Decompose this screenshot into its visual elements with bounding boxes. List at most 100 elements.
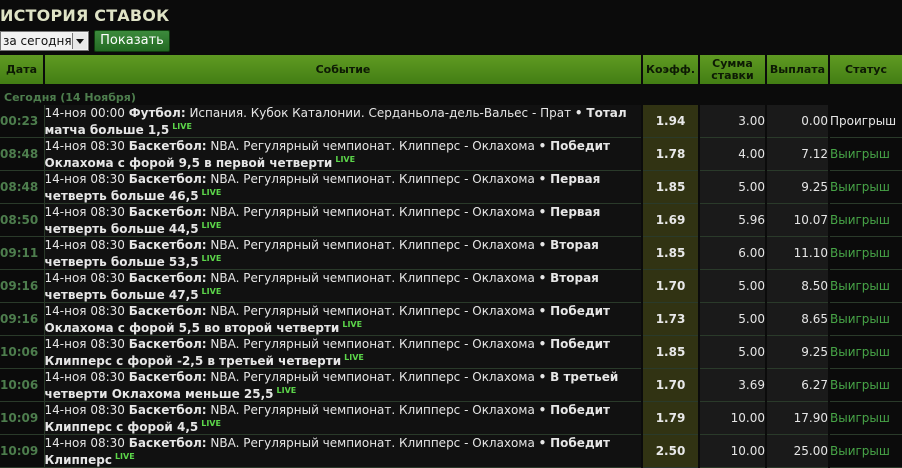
bet-time: 08:48 [0,137,44,171]
bet-date: 14-ноя 08:30 [44,336,125,351]
bet-event: 14-ноя 08:30 Баскетбол: NBA. Регулярный … [43,368,643,402]
bet-sport: Баскетбол: [128,237,207,252]
bet-time: 10:09 [0,434,44,468]
bet-event-name: NBA. Регулярный чемпионат. Клипперс - Ок… [210,171,535,186]
bet-event-name: NBA. Регулярный чемпионат. Клипперс - Ок… [210,435,535,450]
bet-event-name: NBA. Регулярный чемпионат. Клипперс - Ок… [210,303,535,318]
bet-time: 10:09 [0,401,44,435]
bet-row: 09:16 14-ноя 08:30 Баскетбол: NBA. Регуля… [0,269,902,303]
bet-row: 10:06 14-ноя 08:30 Баскетбол: NBA. Регуля… [0,335,902,369]
bet-event-name: Испания. Кубок Каталонии. Серданьола-дел… [189,105,572,120]
bet-stake: 6.00 [699,236,767,270]
bet-stake: 5.00 [699,302,767,336]
bet-time: 09:16 [0,269,44,303]
bet-row: 10:09 14-ноя 08:30 Баскетбол: NBA. Регуля… [0,401,902,435]
bet-history-table: Дата Событие Коэфф. Сумма ставки Выплата… [0,55,902,468]
bet-event-name: NBA. Регулярный чемпионат. Клипперс - Ок… [210,237,535,252]
live-badge: LIVE [201,286,222,296]
bet-payout: 6.27 [766,368,830,402]
col-coef: Коэфф. [642,55,700,84]
bet-event-name: NBA. Регулярный чемпионат. Клипперс - Ок… [210,402,535,417]
bet-sport: Баскетбол: [128,204,207,219]
show-button[interactable]: Показать [94,30,170,52]
bet-date: 14-ноя 08:30 [44,171,125,186]
bet-event-name: NBA. Регулярный чемпионат. Клипперс - Ок… [210,369,535,384]
bet-row: 09:11 14-ноя 08:30 Баскетбол: NBA. Регуля… [0,236,902,270]
bet-status: Выигрыш [829,401,902,435]
bet-time: 09:16 [0,302,44,336]
bet-sport: Баскетбол: [128,435,207,450]
bet-coef: 1.70 [642,269,700,303]
bet-event: 14-ноя 08:30 Баскетбол: NBA. Регулярный … [43,302,643,336]
bet-payout: 11.10 [766,236,830,270]
bet-sport: Баскетбол: [128,138,207,153]
col-payout: Выплата [766,55,830,84]
bet-status: Выигрыш [829,170,902,204]
bet-payout: 7.12 [766,137,830,171]
bet-event: 14-ноя 00:00 Футбол: Испания. Кубок Ката… [43,105,643,138]
live-badge: LIVE [342,319,363,329]
col-date: Дата [0,55,45,84]
bet-event: 14-ноя 08:30 Баскетбол: NBA. Регулярный … [43,401,643,435]
bet-row: 08:48 14-ноя 08:30 Баскетбол: NBA. Регуля… [0,137,902,171]
bet-stake: 10.00 [699,401,767,435]
bet-payout: 9.25 [766,335,830,369]
bet-status: Выигрыш [829,236,902,270]
bet-event-name: NBA. Регулярный чемпионат. Клипперс - Ок… [210,138,535,153]
bet-row: 08:50 14-ноя 08:30 Баскетбол: NBA. Регуля… [0,203,902,237]
bet-payout: 25.00 [766,434,830,468]
bet-payout: 8.65 [766,302,830,336]
bet-time: 09:11 [0,236,44,270]
bet-stake: 5.00 [699,170,767,204]
bet-row: 09:16 14-ноя 08:30 Баскетбол: NBA. Регуля… [0,302,902,336]
bet-coef: 1.85 [642,335,700,369]
bet-time: 10:06 [0,368,44,402]
live-badge: LIVE [201,187,222,197]
bet-stake: 5.00 [699,269,767,303]
col-event: Событие [44,55,643,84]
bet-time: 00:23 [0,105,44,138]
bet-payout: 17.90 [766,401,830,435]
bet-event: 14-ноя 08:30 Баскетбол: NBA. Регулярный … [43,170,643,204]
bet-event: 14-ноя 08:30 Баскетбол: NBA. Регулярный … [43,269,643,303]
bet-event: 14-ноя 08:30 Баскетбол: NBA. Регулярный … [43,335,643,369]
bet-event: 14-ноя 08:30 Баскетбол: NBA. Регулярный … [43,434,643,468]
bet-stake: 10.00 [699,434,767,468]
live-badge: LIVE [172,121,192,131]
bet-sport: Баскетбол: [128,402,207,417]
bet-status: Выигрыш [829,302,902,336]
bet-date: 14-ноя 08:30 [44,402,125,417]
bet-date: 14-ноя 08:30 [44,138,125,153]
bet-coef: 1.85 [642,236,700,270]
bet-time: 08:48 [0,170,44,204]
period-select[interactable]: за сегодня [0,31,89,51]
bet-event-name: NBA. Регулярный чемпионат. Клипперс - Ок… [210,336,535,351]
bet-sport: Футбол: [128,105,186,120]
bet-status: Выигрыш [829,335,902,369]
bet-status: Проигрыш [829,105,902,138]
live-badge: LIVE [201,418,221,428]
bet-row: 10:06 14-ноя 08:30 Баскетбол: NBA. Регуля… [0,368,902,402]
bet-coef: 1.70 [642,368,700,402]
page-title: ИСТОРИЯ СТАВОК [0,6,170,25]
bet-sport: Баскетбол: [128,303,207,318]
bet-row: 10:09 14-ноя 08:30 Баскетбол: NBA. Регуля… [0,434,902,468]
group-label: Сегодня (14 Ноября) [4,91,136,104]
bet-coef: 1.69 [642,203,700,237]
live-badge: LIVE [201,220,222,230]
bet-status: Выигрыш [829,137,902,171]
bet-sport: Баскетбол: [128,270,207,285]
bet-status: Выигрыш [829,269,902,303]
live-badge: LIVE [276,385,297,395]
bet-coef: 2.50 [642,434,700,468]
chevron-down-icon[interactable] [72,33,87,49]
bet-stake: 5.96 [699,203,767,237]
bet-event-name: NBA. Регулярный чемпионат. Клипперс - Ок… [210,270,535,285]
bet-payout: 0.00 [766,105,830,138]
bet-status: Выигрыш [829,368,902,402]
bet-stake: 3.00 [699,105,767,138]
bet-date: 14-ноя 08:30 [44,237,125,252]
bet-event-name: NBA. Регулярный чемпионат. Клипперс - Ок… [210,204,535,219]
bet-date: 14-ноя 08:30 [44,435,125,450]
bet-coef: 1.85 [642,170,700,204]
